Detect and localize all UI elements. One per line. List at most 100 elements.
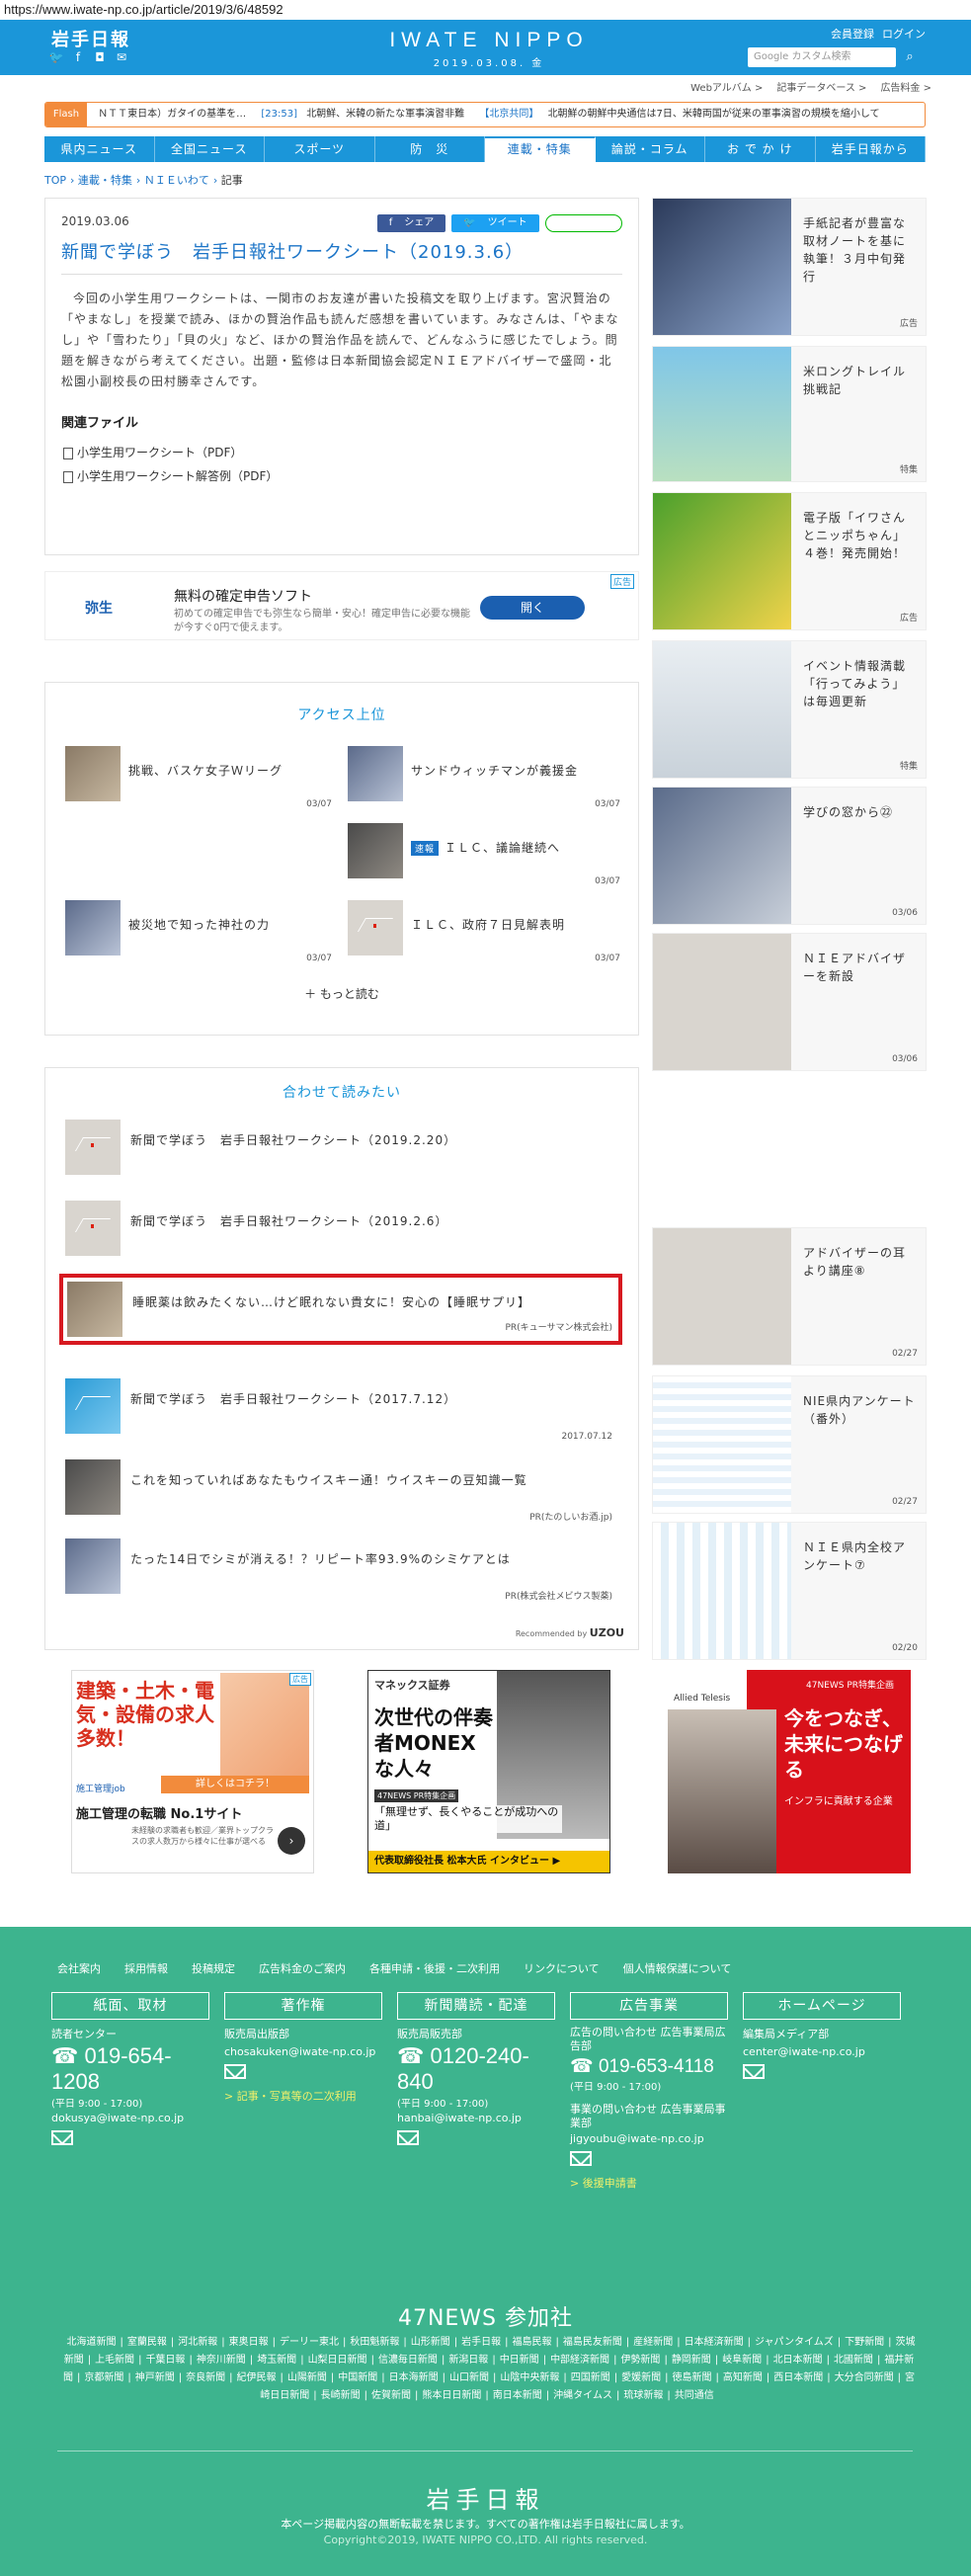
read-more-button[interactable]: ＋ もっと読む — [45, 985, 638, 1002]
sidebar-card[interactable]: 手紙記者が豊富な取材ノートを基に執筆！３月中旬発行 広告 — [652, 198, 927, 336]
brand[interactable]: IWATE NIPPO 2019.03.08. 金 — [385, 30, 593, 70]
twitter-icon[interactable]: 🐦 — [49, 50, 64, 64]
footer-link[interactable]: 投稿規定 — [192, 1960, 235, 1976]
search-icon[interactable]: ⌕ — [900, 47, 920, 67]
footer-logo[interactable]: 岩手日報 — [0, 2480, 971, 2515]
construction-job-banner[interactable]: 建築・土木・電気・設備の求人多数！ 広告 施工管理job 詳しくはコチラ！ 施工… — [71, 1670, 314, 1873]
newspaper-link[interactable]: 紀伊民報 — [237, 2372, 277, 2383]
newspaper-link[interactable]: 福島民報 — [512, 2337, 551, 2348]
site-logo[interactable]: 岩手日報 — [51, 26, 130, 51]
newspaper-link[interactable]: 山陰中央新報 — [500, 2372, 559, 2383]
flash-ticker[interactable]: Flash ＮＴＴ東日本）ガタイの基準を… [23:53] 北朝鮮、米韓の新たな… — [44, 102, 926, 127]
breadcrumb-features[interactable]: 連載・特集 — [78, 174, 132, 187]
member-register-link[interactable]: 会員登録 — [831, 26, 874, 42]
mail-icon[interactable] — [743, 2064, 765, 2079]
ranking-item[interactable]: 挑戦、バスケ女子Ｗリーグ 03/07 — [65, 746, 332, 809]
newspaper-link[interactable]: 中国新聞 — [338, 2372, 377, 2383]
column-heading[interactable]: 著作権 — [224, 1992, 382, 2020]
mail-icon[interactable] — [397, 2130, 419, 2145]
newspaper-link[interactable]: 山梨日日新聞 — [308, 2355, 367, 2366]
ranking-item[interactable]: 被災地で知った神社の力 03/07 — [65, 900, 332, 963]
ranking-item[interactable]: サンドウィッチマンが義援金 03/07 — [348, 746, 620, 809]
sidebar-card[interactable]: 電子版「イワさんとニッポちゃん」４巻！発売開始！ 広告 — [652, 492, 927, 630]
nav-outing[interactable]: お で か け — [705, 136, 816, 162]
twitter-share-button[interactable]: 🐦 ツイート — [451, 214, 539, 232]
allied-telesis-banner[interactable]: Allied Telesis 47NEWS PR特集企画 今をつなぎ、未来につな… — [668, 1670, 911, 1873]
newspaper-link[interactable]: 南日本新聞 — [493, 2390, 542, 2401]
column-heading[interactable]: 新聞購読・配達 — [397, 1992, 555, 2020]
newspaper-link[interactable]: 中日新聞 — [500, 2355, 539, 2366]
article-db-link[interactable]: 記事データベース > — [776, 79, 866, 94]
nav-national-news[interactable]: 全国ニュース — [155, 136, 265, 162]
sidebar-card[interactable]: イベント情報満載「行ってみよう」は毎週更新 特集 — [652, 640, 927, 779]
newspaper-link[interactable]: 北國新聞 — [834, 2355, 873, 2366]
phone-number[interactable]: ☎ 019-654-1208 — [51, 2043, 209, 2095]
sidebar-card[interactable]: NIE県内アンケート（番外） 02/27 — [652, 1375, 927, 1514]
newspaper-link[interactable]: 東奥日報 — [229, 2337, 269, 2348]
newspaper-link[interactable]: 信濃毎日新聞 — [378, 2355, 438, 2366]
sidebar-card[interactable]: アドバイザーの耳より講座⑧ 02/27 — [652, 1227, 927, 1366]
newspaper-link[interactable]: 埼玉新聞 — [257, 2355, 296, 2366]
mail-icon[interactable]: ✉ — [115, 50, 128, 64]
related-file-link[interactable]: 小学生用ワークシート解答例（PDF） — [61, 464, 622, 488]
sidebar-card[interactable]: ＮＩＥアドバイザーを新設 03/06 — [652, 933, 927, 1071]
newspaper-link[interactable]: 岐阜新聞 — [722, 2355, 762, 2366]
breadcrumb-nie[interactable]: ＮＩＥいわて — [144, 174, 209, 187]
mail-icon[interactable] — [51, 2130, 73, 2145]
ranking-item[interactable]: 速報 ＩＬＣ、議論継続へ 03/07 — [348, 823, 620, 886]
newspaper-link[interactable]: 秋田魁新報 — [350, 2337, 399, 2348]
breadcrumb-top[interactable]: TOP — [44, 174, 66, 187]
newspaper-link[interactable]: 共同通信 — [675, 2390, 714, 2401]
newspaper-link[interactable]: ジャパンタイムズ — [755, 2337, 834, 2348]
mail-icon[interactable] — [570, 2151, 592, 2166]
nav-sports[interactable]: スポーツ — [265, 136, 375, 162]
sponsorship-form-link[interactable]: > 後援申請書 — [570, 2175, 728, 2191]
sidebar-card[interactable]: 米ロングトレイル挑戦記 特集 — [652, 346, 927, 482]
ad-rate-link[interactable]: 広告料金 > — [880, 79, 931, 94]
nav-disaster[interactable]: 防 災 — [375, 136, 485, 162]
newspaper-link[interactable]: 産経新聞 — [633, 2337, 673, 2348]
secondary-use-link[interactable]: > 記事・写真等の二次利用 — [224, 2088, 382, 2104]
phone-number[interactable]: ☎ 019-653-4118 — [570, 2055, 728, 2078]
recommend-ad-item-highlighted[interactable]: 睡眠薬は飲みたくない…けど眠れない貴女に！安心の【睡眠サプリ】 PR(キューサマ… — [59, 1274, 622, 1345]
column-heading[interactable]: 広告事業 — [570, 1992, 728, 2020]
footer-link[interactable]: リンクについて — [524, 1960, 600, 1976]
newspaper-link[interactable]: 熊本日日新聞 — [422, 2390, 481, 2401]
newspaper-link[interactable]: 静岡新聞 — [672, 2355, 711, 2366]
ad-open-button[interactable]: 開く — [480, 596, 585, 620]
arrow-right-icon[interactable]: › — [278, 1827, 305, 1855]
newspaper-link[interactable]: 下野新聞 — [845, 2337, 884, 2348]
sidebar-card[interactable]: 学びの窓から㉒ 03/06 — [652, 787, 927, 925]
ranking-item[interactable]: ＩＬＣ、政府７日見解表明 03/07 — [348, 900, 620, 963]
facebook-share-button[interactable]: f シェア — [376, 214, 446, 232]
footer-link[interactable]: 各種申請・後援・二次利用 — [369, 1960, 500, 1976]
newspaper-link[interactable]: 室蘭民報 — [127, 2337, 167, 2348]
phone-number[interactable]: ☎ 0120-240-840 — [397, 2043, 555, 2095]
newspaper-link[interactable]: 徳島新聞 — [673, 2372, 712, 2383]
footer-link[interactable]: 会社案内 — [57, 1960, 101, 1976]
recommend-item[interactable]: 新聞で学ぼう 岩手日報社ワークシート（2019.2.20） — [65, 1120, 618, 1183]
flash-item[interactable]: 【北京共同】 北朝鮮の朝鮮中央通信は7日、米韓両国が従来の軍事演習の規模を縮小し… — [479, 109, 885, 120]
newspaper-link[interactable]: デーリー東北 — [280, 2337, 339, 2348]
newspaper-link[interactable]: 北海道新聞 — [66, 2337, 116, 2348]
newspaper-link[interactable]: 沖縄タイムス — [553, 2390, 612, 2401]
details-button[interactable]: 詳しくはコチラ！ — [161, 1776, 309, 1793]
footer-link[interactable]: 個人情報保護について — [623, 1960, 732, 1976]
newspaper-link[interactable]: 神戸新聞 — [135, 2372, 175, 2383]
newspaper-link[interactable]: 千葉日報 — [145, 2355, 185, 2366]
newspaper-link[interactable]: 佐賀新聞 — [371, 2390, 411, 2401]
footer-link[interactable]: 採用情報 — [124, 1960, 168, 1976]
newspaper-link[interactable]: 上毛新聞 — [95, 2355, 134, 2366]
newspaper-link[interactable]: 愛媛新聞 — [621, 2372, 661, 2383]
recommend-item[interactable]: 新聞で学ぼう 岩手日報社ワークシート（2019.2.6） — [65, 1201, 618, 1264]
newspaper-link[interactable]: 四国新聞 — [571, 2372, 610, 2383]
newspaper-link[interactable]: 河北新報 — [178, 2337, 217, 2348]
recommend-ad-item[interactable]: これを知っていればあなたもウイスキー通！ウイスキーの豆知識一覧 PR(たのしいお… — [65, 1459, 618, 1531]
newspaper-link[interactable]: 山形新聞 — [411, 2337, 450, 2348]
newspaper-link[interactable]: 日本経済新聞 — [685, 2337, 744, 2348]
nav-from-nippo[interactable]: 岩手日報から — [816, 136, 926, 162]
facebook-icon[interactable]: f — [71, 50, 85, 64]
mail-icon[interactable] — [224, 2064, 246, 2079]
line-share-button[interactable]: LINEで送る — [544, 214, 622, 232]
newspaper-link[interactable]: 長崎新聞 — [321, 2390, 361, 2401]
